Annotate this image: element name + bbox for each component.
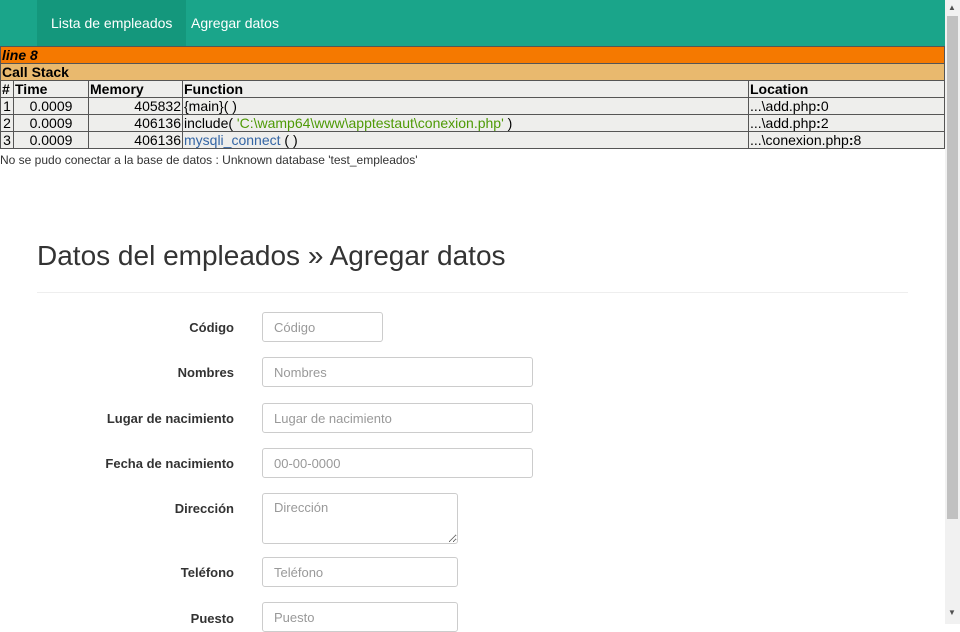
col-header-num: #	[0, 80, 14, 98]
scrollbar-thumb[interactable]	[947, 16, 958, 519]
location-line: 8	[853, 132, 862, 148]
col-header-function: Function	[182, 80, 749, 98]
page-title: Datos del empleados » Agregar datos	[37, 240, 506, 271]
table-row: 3 0.0009 406136 mysqli_connect ( ) ...\c…	[0, 131, 945, 149]
label-codigo: Código	[189, 320, 234, 335]
nav-agregar-datos[interactable]: Agregar datos	[177, 0, 293, 46]
row-num: 3	[0, 131, 14, 149]
label-nombres: Nombres	[177, 365, 234, 380]
row-memory: 406136	[88, 114, 183, 132]
label-lugar-nacimiento: Lugar de nacimiento	[106, 411, 234, 426]
title-divider	[37, 292, 908, 293]
row-location: ...\add.php:2	[748, 114, 945, 132]
direccion-textarea[interactable]	[262, 493, 458, 544]
xdebug-error-table: line 8 Call Stack # Time Memory Function…	[0, 46, 945, 149]
scroll-down-icon[interactable]: ▼	[948, 608, 956, 617]
codigo-input[interactable]	[262, 312, 383, 342]
col-header-location: Location	[748, 80, 945, 98]
row-time: 0.0009	[13, 131, 89, 149]
lugar-nacimiento-input[interactable]	[262, 403, 533, 433]
function-doc-link[interactable]: mysqli_connect	[184, 132, 281, 148]
table-row: 2 0.0009 406136 include( 'C:\wamp64\www\…	[0, 114, 945, 132]
col-header-time: Time	[13, 80, 89, 98]
nav-lista-empleados[interactable]: Lista de empleados	[37, 0, 187, 46]
row-function: mysqli_connect ( )	[182, 131, 749, 149]
row-location: ...\conexion.php:8	[748, 131, 945, 149]
location-line: 2	[820, 115, 829, 131]
db-error-message: No se pudo conectar a la base de datos :…	[0, 153, 418, 167]
row-num: 1	[0, 97, 14, 115]
xdebug-header-row: # Time Memory Function Location	[0, 80, 945, 98]
row-function: include( 'C:\wamp64\www\apptestaut\conex…	[182, 114, 749, 132]
row-time: 0.0009	[13, 97, 89, 115]
function-call: include(	[184, 115, 237, 131]
fecha-nacimiento-input[interactable]	[262, 448, 533, 478]
telefono-input[interactable]	[262, 557, 458, 587]
scroll-up-icon[interactable]: ▲	[948, 3, 956, 12]
puesto-input[interactable]	[262, 602, 458, 632]
label-telefono: Teléfono	[180, 565, 234, 580]
function-arg-string: 'C:\wamp64\www\apptestaut\conexion.php'	[236, 115, 504, 131]
location-line: 0	[820, 98, 829, 114]
location-file: ...\add.php	[750, 115, 817, 131]
table-row: 1 0.0009 405832 {main}( ) ...\add.php:0	[0, 97, 945, 115]
row-memory: 405832	[88, 97, 183, 115]
xdebug-line: line 8	[0, 46, 945, 64]
function-close: )	[503, 115, 513, 131]
row-function: {main}( )	[182, 97, 749, 115]
row-memory: 406136	[88, 131, 183, 149]
row-num: 2	[0, 114, 14, 132]
row-time: 0.0009	[13, 114, 89, 132]
label-fecha-nacimiento: Fecha de nacimiento	[105, 456, 234, 471]
navbar: Lista de empleados Agregar datos	[0, 0, 945, 46]
col-header-memory: Memory	[88, 80, 183, 98]
label-direccion: Dirección	[174, 501, 234, 516]
location-file: ...\add.php	[750, 98, 817, 114]
xdebug-callstack-title: Call Stack	[0, 63, 945, 81]
nombres-input[interactable]	[262, 357, 533, 387]
row-location: ...\add.php:0	[748, 97, 945, 115]
page-scrollbar[interactable]: ▲ ▼	[945, 0, 960, 624]
function-close: ( )	[280, 132, 298, 148]
location-file: ...\conexion.php	[750, 132, 849, 148]
